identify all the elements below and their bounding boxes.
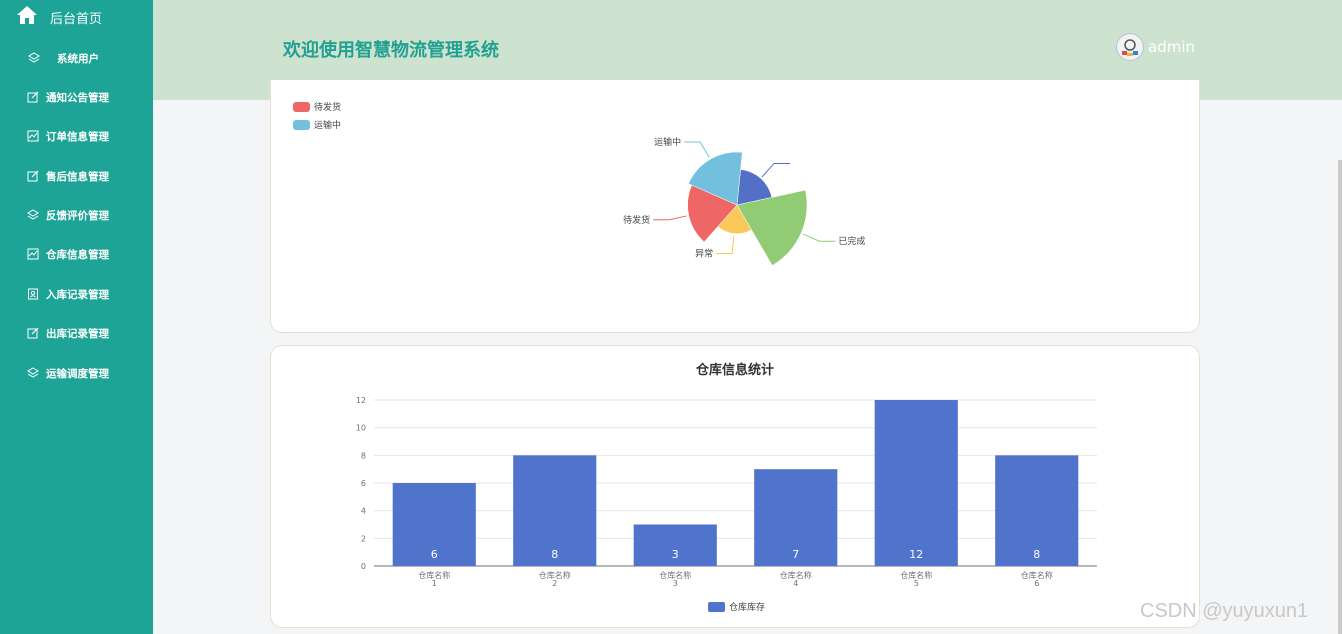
sidebar-item-label: 系统用户 <box>57 52 99 65</box>
sidebar-item-7[interactable]: 入库记录管理 <box>0 279 153 309</box>
x-tick-label: 6 <box>1034 579 1039 588</box>
sidebar-item-label: 出库记录管理 <box>46 327 109 340</box>
y-tick-label: 6 <box>361 479 366 488</box>
sidebar-item-label: 仓库信息管理 <box>46 248 109 261</box>
y-tick-label: 4 <box>361 507 366 516</box>
pie-label-line <box>802 233 836 242</box>
y-tick-label: 10 <box>356 424 366 433</box>
y-tick-label: 12 <box>356 396 366 405</box>
edit-icon <box>27 91 39 103</box>
page-scrollbar[interactable] <box>1338 160 1342 634</box>
sidebar-item-4[interactable]: 售后信息管理 <box>0 161 153 191</box>
pie-label-line <box>684 141 710 158</box>
layers-icon <box>27 367 39 379</box>
layers-icon <box>28 52 40 64</box>
edit-icon <box>27 170 39 182</box>
x-tick-label: 1 <box>432 579 437 588</box>
pie-slice-label: 异常 <box>695 247 713 259</box>
sidebar-item-label: 运输调度管理 <box>46 367 109 380</box>
sidebar-item-label: 售后信息管理 <box>46 170 109 183</box>
layers-icon <box>27 209 39 221</box>
avatar[interactable] <box>1116 33 1144 61</box>
sidebar-item-9[interactable]: 运输调度管理 <box>0 358 153 388</box>
sidebar: 后台首页 系统用户通知公告管理 订单信息管理 售后信息管理 反馈评价管理 仓库信息管理入… <box>0 0 153 634</box>
pie-slice-label: 已完成 <box>838 235 865 247</box>
sidebar-item-6[interactable]: 仓库信息管理 <box>0 239 153 269</box>
bar-value-label: 7 <box>792 548 799 561</box>
sidebar-item-3[interactable]: 订单信息管理 <box>0 121 153 151</box>
bar-value-label: 6 <box>431 548 438 561</box>
bar[interactable] <box>874 400 958 566</box>
id-card-icon <box>27 288 39 300</box>
pie-chart: 已完成异常 待发货 运输中 <box>623 136 865 266</box>
bar-value-label: 3 <box>672 548 679 561</box>
username[interactable]: admin <box>1148 38 1195 56</box>
home-icon <box>17 6 37 24</box>
sidebar-item-label: 订单信息管理 <box>46 130 109 143</box>
warehouse-bar-card: 仓库信息统计 0 2 4 6 8 10 12 6 仓库名称 1 8 仓库名称 2 3 仓库名称 3 7 仓库名称 4… <box>270 345 1200 628</box>
sidebar-item-1[interactable]: 系统用户 <box>0 43 153 73</box>
x-tick-label: 4 <box>793 579 798 588</box>
page-title: 欢迎使用智慧物流管理系统 <box>283 40 499 61</box>
sidebar-item-label: 反馈评价管理 <box>46 209 109 222</box>
sidebar-item-8[interactable]: 出库记录管理 <box>0 318 153 348</box>
chart-icon <box>27 248 39 260</box>
status-pie-card: 待发货 运输中 已完成异常 待发货 运输中 <box>270 80 1200 333</box>
chart-icon <box>27 130 39 142</box>
legend-swatch <box>708 602 725 612</box>
sidebar-item-label: 通知公告管理 <box>46 91 109 104</box>
x-tick-label: 5 <box>914 579 919 588</box>
pie-slice-label: 运输中 <box>654 136 681 148</box>
bar-value-label: 12 <box>909 548 923 561</box>
pie-label-line <box>761 162 791 178</box>
bar-chart: 0246810126仓库名称18仓库名称23仓库名称37仓库名称412仓库名称5… <box>356 396 1097 613</box>
y-tick-label: 8 <box>361 451 366 460</box>
watermark: CSDN @yuyuxun1 <box>1140 600 1309 622</box>
y-tick-label: 0 <box>361 562 366 571</box>
pie-label-line <box>716 235 735 254</box>
sidebar-home[interactable]: 后台首页 <box>0 0 153 32</box>
pie-label-line <box>653 215 687 221</box>
bar-legend-label[interactable]: 仓库库存 <box>729 601 765 613</box>
sidebar-item-5[interactable]: 反馈评价管理 <box>0 200 153 230</box>
edit-icon <box>27 327 39 339</box>
sidebar-item-2[interactable]: 通知公告管理 <box>0 82 153 112</box>
bar-value-label: 8 <box>1033 548 1040 561</box>
avatar-icon <box>1118 35 1142 59</box>
x-tick-label: 2 <box>552 579 557 588</box>
y-tick-label: 2 <box>361 534 366 543</box>
sidebar-item-label: 入库记录管理 <box>46 288 109 301</box>
sidebar-home-label: 后台首页 <box>50 12 103 27</box>
pie-slice-label: 待发货 <box>623 214 650 226</box>
bar-value-label: 8 <box>551 548 558 561</box>
x-tick-label: 3 <box>673 579 678 588</box>
